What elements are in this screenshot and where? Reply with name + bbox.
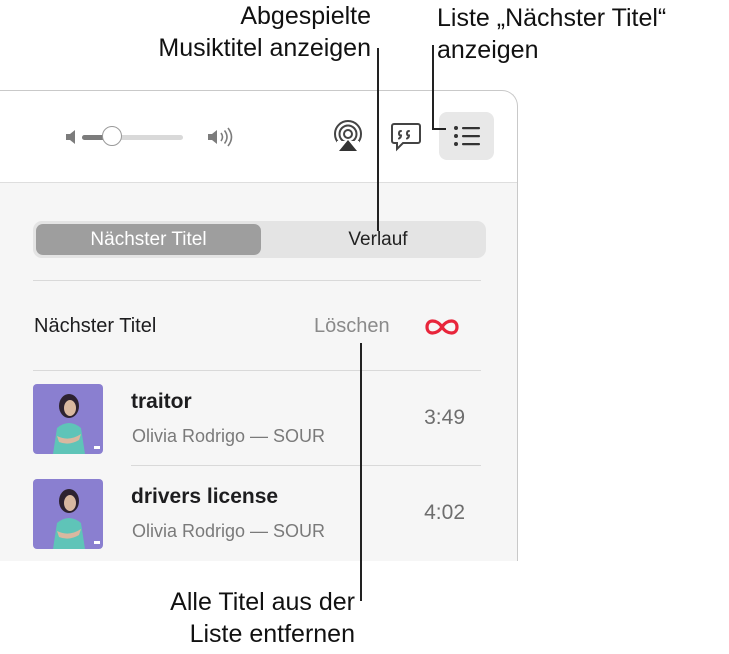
music-sidebar-panel: Nächster Titel Verlauf Nächster Titel Lö… bbox=[0, 90, 518, 561]
section-divider bbox=[33, 280, 481, 281]
track-artist-album: Olivia Rodrigo — SOUR bbox=[132, 521, 326, 541]
leader-line-up-next bbox=[432, 45, 434, 129]
track-row[interactable]: drivers license Olivia Rodrigo — SOUR 4:… bbox=[33, 479, 481, 555]
queue-history-segmented-control[interactable]: Nächster Titel Verlauf bbox=[33, 221, 486, 258]
callout-history: Abgespielte Musiktitel anzeigen bbox=[158, 0, 371, 64]
album-art bbox=[33, 384, 103, 454]
track-title: drivers license bbox=[131, 485, 279, 508]
album-art bbox=[33, 479, 103, 549]
speaker-high-icon[interactable] bbox=[207, 127, 237, 152]
leader-line-history bbox=[377, 48, 379, 231]
callout-history-line2: Musiktitel anzeigen bbox=[158, 34, 371, 62]
speaker-low-icon[interactable] bbox=[65, 128, 79, 151]
callout-history-line1: Abgespielte bbox=[240, 2, 371, 30]
callout-up-next-line1: Liste „Nächster Titel“ bbox=[437, 4, 667, 32]
track-title: traitor bbox=[131, 390, 192, 413]
airplay-icon[interactable] bbox=[331, 119, 365, 158]
track-duration: 3:49 bbox=[424, 406, 465, 429]
track-duration: 4:02 bbox=[424, 501, 465, 524]
callout-up-next: Liste „Nächster Titel“ anzeigen bbox=[437, 2, 666, 66]
tab-up-next[interactable]: Nächster Titel bbox=[36, 224, 261, 255]
leader-line-clear bbox=[360, 343, 362, 601]
up-next-heading: Nächster Titel bbox=[34, 315, 157, 337]
lyrics-icon[interactable] bbox=[390, 120, 422, 157]
callout-up-next-line2: anzeigen bbox=[437, 36, 539, 64]
queue-list-button[interactable] bbox=[439, 112, 494, 160]
section-divider bbox=[33, 370, 481, 371]
callout-clear-line1: Alle Titel aus der bbox=[170, 588, 355, 616]
volume-slider[interactable] bbox=[82, 135, 183, 140]
track-row[interactable]: traitor Olivia Rodrigo — SOUR 3:49 bbox=[33, 384, 481, 460]
volume-slider-knob[interactable] bbox=[102, 126, 122, 146]
callout-clear-line2: Liste entfernen bbox=[189, 620, 355, 648]
leader-line-up-next-h bbox=[432, 128, 446, 130]
clear-button[interactable]: Löschen bbox=[314, 315, 390, 338]
row-divider bbox=[131, 465, 481, 466]
repeat-icon[interactable] bbox=[423, 317, 461, 342]
callout-clear: Alle Titel aus der Liste entfernen bbox=[170, 586, 355, 650]
track-artist-album: Olivia Rodrigo — SOUR bbox=[132, 426, 326, 446]
queue-list-icon bbox=[453, 124, 481, 153]
